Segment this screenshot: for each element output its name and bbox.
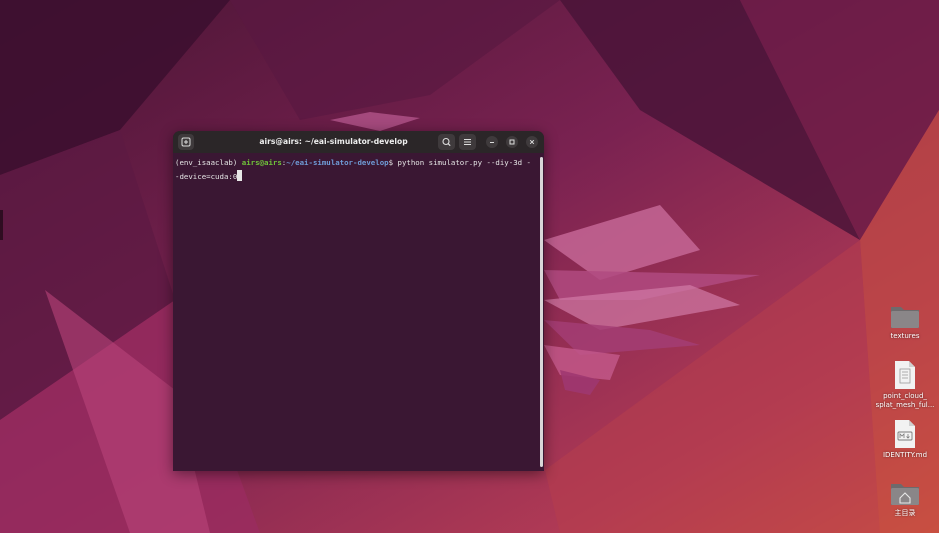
hamburger-menu-icon[interactable] bbox=[459, 134, 476, 150]
terminal-scrollbar[interactable] bbox=[540, 157, 543, 467]
command-text-1: python simulator.py --diy-3d - bbox=[397, 158, 532, 167]
desktop-item-label: IDENTITY.md bbox=[882, 451, 928, 459]
desktop-item-identity-md[interactable]: IDENTITY.md bbox=[869, 419, 939, 460]
text-cursor bbox=[237, 169, 243, 181]
command-text-2: -device=cuda:0 bbox=[175, 171, 238, 181]
maximize-icon[interactable] bbox=[506, 136, 518, 148]
home-folder-icon bbox=[869, 479, 939, 507]
desktop-item-textures[interactable]: textures bbox=[869, 302, 939, 341]
left-screen-edge bbox=[0, 210, 3, 240]
terminal-window[interactable]: airs@airs: ~/eai-simulator-develop (env_… bbox=[173, 131, 544, 471]
markdown-file-icon bbox=[869, 419, 939, 449]
desktop-item-label: 主目录 bbox=[894, 509, 916, 517]
minimize-icon[interactable] bbox=[486, 136, 498, 148]
search-icon[interactable] bbox=[438, 134, 455, 150]
prompt-user: airs@airs bbox=[241, 158, 282, 167]
prompt-path: ~/eai-simulator-develop bbox=[286, 158, 389, 167]
prompt-env: (env_isaaclab) bbox=[175, 158, 242, 167]
close-icon[interactable] bbox=[526, 136, 538, 148]
binary-file-icon bbox=[869, 360, 939, 390]
folder-icon bbox=[869, 302, 939, 330]
terminal-output[interactable]: (env_isaaclab) airs@airs:~/eai-simulator… bbox=[173, 153, 538, 471]
desktop-item-label-line2: splat_mesh_ful... bbox=[875, 400, 935, 409]
desktop-item-label: textures bbox=[890, 332, 920, 340]
terminal-line-2: -device=cuda:0 bbox=[175, 169, 538, 184]
terminal-title: airs@airs: ~/eai-simulator-develop bbox=[259, 137, 408, 146]
terminal-titlebar[interactable]: airs@airs: ~/eai-simulator-develop bbox=[173, 131, 544, 153]
terminal-line-1: (env_isaaclab) airs@airs:~/eai-simulator… bbox=[175, 156, 538, 170]
prompt-symbol: $ bbox=[388, 158, 398, 167]
desktop-item-home[interactable]: 主目录 bbox=[869, 479, 939, 518]
desktop-item-label-line1: point_cloud_ bbox=[883, 392, 927, 400]
desktop-item-point-cloud[interactable]: point_cloud_ splat_mesh_ful... bbox=[869, 360, 939, 409]
new-tab-icon[interactable] bbox=[178, 134, 194, 150]
